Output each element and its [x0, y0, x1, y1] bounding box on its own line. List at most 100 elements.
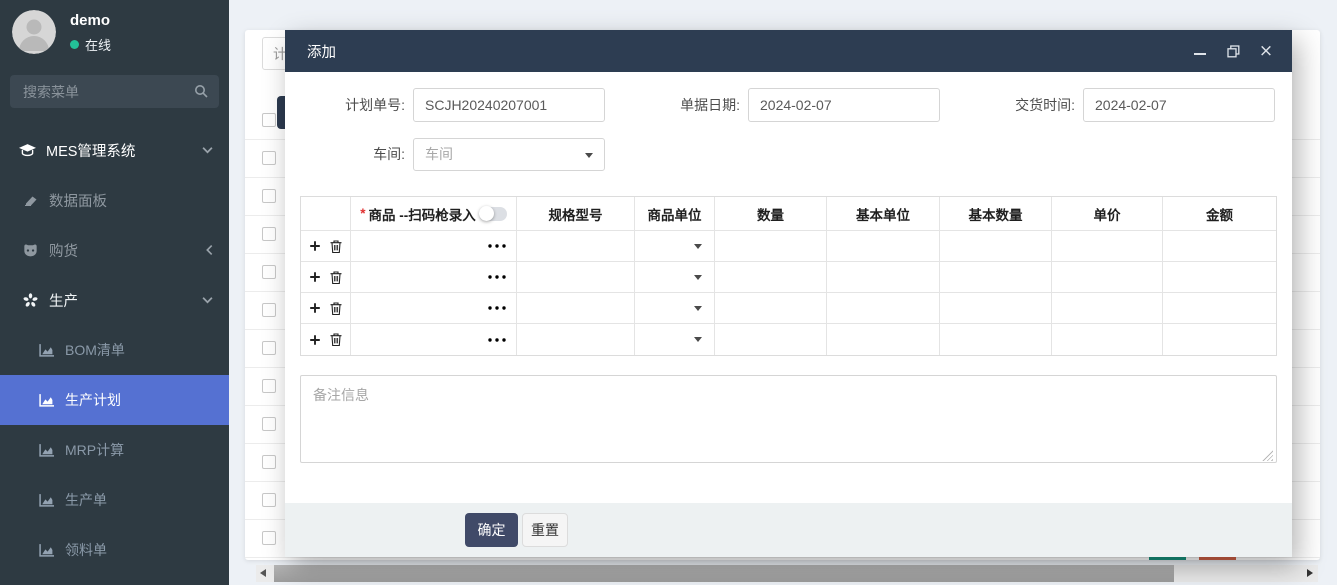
required-star: *	[360, 206, 365, 221]
toggle-knob	[479, 206, 494, 221]
row-checkbox[interactable]	[262, 417, 276, 431]
amount-cell[interactable]	[1163, 231, 1276, 262]
confirm-button[interactable]: 确定	[465, 513, 518, 547]
area-chart-icon	[36, 394, 56, 407]
base-qty-cell[interactable]	[940, 293, 1052, 324]
row-checkbox[interactable]	[262, 189, 276, 203]
scrollbar-thumb[interactable]	[274, 565, 1174, 582]
price-cell[interactable]	[1052, 262, 1163, 293]
scroll-right-arrow-icon[interactable]	[1307, 569, 1313, 577]
row-checkbox[interactable]	[262, 379, 276, 393]
restore-icon[interactable]	[1225, 43, 1241, 59]
plan-number-input[interactable]	[413, 88, 605, 122]
search-input[interactable]	[10, 75, 219, 108]
scan-gun-toggle[interactable]	[479, 207, 507, 221]
delete-row-icon[interactable]	[330, 240, 342, 253]
row-checkbox[interactable]	[262, 151, 276, 165]
products-table: * 商品 --扫码枪录入 规格型号 商品单位 数量 基本单位 基本数量 单价 金…	[300, 196, 1277, 356]
row-checkbox[interactable]	[262, 455, 276, 469]
search-icon[interactable]	[194, 84, 208, 101]
amount-cell[interactable]	[1163, 293, 1276, 324]
screen: 计	[0, 0, 1337, 585]
spec-cell[interactable]	[517, 324, 635, 355]
add-row-icon[interactable]	[309, 302, 321, 314]
horizontal-scrollbar[interactable]	[256, 565, 1318, 582]
qty-cell[interactable]	[715, 262, 827, 293]
unit-select-cell[interactable]	[635, 324, 715, 355]
add-row-icon[interactable]	[309, 334, 321, 346]
dialog-footer: 确定 重置	[285, 503, 1292, 557]
qty-cell[interactable]	[715, 293, 827, 324]
remark-textarea[interactable]	[300, 375, 1277, 463]
area-chart-icon	[36, 444, 56, 457]
row-checkbox[interactable]	[262, 265, 276, 279]
field-label: 单据日期:	[660, 95, 740, 115]
base-unit-cell[interactable]	[827, 231, 940, 262]
qty-cell[interactable]	[715, 324, 827, 355]
fan-icon	[20, 293, 40, 308]
spec-cell[interactable]	[517, 231, 635, 262]
base-unit-cell[interactable]	[827, 324, 940, 355]
close-icon[interactable]: ×	[1258, 43, 1274, 59]
row-checkbox[interactable]	[262, 493, 276, 507]
spec-cell[interactable]	[517, 262, 635, 293]
sidebar-item-label: 领料单	[65, 540, 107, 560]
row-checkbox[interactable]	[262, 531, 276, 545]
dialog-title: 添加	[307, 41, 336, 62]
row-checkbox[interactable]	[262, 113, 276, 127]
row-checkbox[interactable]	[262, 303, 276, 317]
product-row	[301, 324, 1276, 355]
delete-row-icon[interactable]	[330, 271, 342, 284]
delete-row-icon[interactable]	[330, 302, 342, 315]
caret-down-icon	[694, 306, 702, 311]
base-unit-cell[interactable]	[827, 293, 940, 324]
row-checkbox[interactable]	[262, 341, 276, 355]
sidebar-item-material-requisition[interactable]: 领料单	[0, 525, 229, 575]
workshop-select[interactable]: 车间	[413, 138, 605, 171]
document-date-input[interactable]	[748, 88, 940, 122]
add-row-icon[interactable]	[309, 271, 321, 283]
sidebar-item-mes-system[interactable]: MES管理系统	[0, 125, 229, 175]
sidebar-item-purchase[interactable]: 购货	[0, 225, 229, 275]
add-row-icon[interactable]	[309, 240, 321, 252]
sidebar-item-production-order[interactable]: 生产单	[0, 475, 229, 525]
amount-cell[interactable]	[1163, 324, 1276, 355]
scroll-left-arrow-icon[interactable]	[260, 569, 266, 577]
base-qty-cell[interactable]	[940, 231, 1052, 262]
amount-cell[interactable]	[1163, 262, 1276, 293]
unit-select-cell[interactable]	[635, 293, 715, 324]
delete-row-icon[interactable]	[330, 333, 342, 346]
dialog-header[interactable]: 添加 ×	[285, 30, 1292, 72]
price-cell[interactable]	[1052, 293, 1163, 324]
product-cell[interactable]	[351, 262, 517, 293]
sidebar-item-dashboard[interactable]: 数据面板	[0, 175, 229, 225]
unit-select-cell[interactable]	[635, 231, 715, 262]
avatar[interactable]	[12, 10, 56, 54]
sidebar-item-mrp-calc[interactable]: MRP计算	[0, 425, 229, 475]
price-cell[interactable]	[1052, 231, 1163, 262]
delivery-time-input[interactable]	[1083, 88, 1275, 122]
unit-select-cell[interactable]	[635, 262, 715, 293]
ellipsis-icon	[488, 244, 506, 248]
chevron-down-icon	[202, 297, 213, 304]
field-label: 交货时间:	[995, 95, 1075, 115]
caret-down-icon	[694, 337, 702, 342]
base-unit-cell[interactable]	[827, 262, 940, 293]
reset-button[interactable]: 重置	[522, 513, 568, 547]
sidebar-item-production[interactable]: 生产	[0, 275, 229, 325]
product-cell[interactable]	[351, 324, 517, 355]
row-checkbox[interactable]	[262, 227, 276, 241]
sidebar-item-bom-list[interactable]: BOM清单	[0, 325, 229, 375]
base-qty-cell[interactable]	[940, 324, 1052, 355]
window-controls: ×	[1192, 30, 1274, 72]
base-qty-cell[interactable]	[940, 262, 1052, 293]
price-cell[interactable]	[1052, 324, 1163, 355]
product-row	[301, 262, 1276, 293]
product-cell[interactable]	[351, 293, 517, 324]
qty-cell[interactable]	[715, 231, 827, 262]
status-label: 在线	[85, 35, 111, 54]
minimize-icon[interactable]	[1192, 43, 1208, 59]
product-cell[interactable]	[351, 231, 517, 262]
sidebar-item-production-plan[interactable]: 生产计划	[0, 375, 229, 425]
spec-cell[interactable]	[517, 293, 635, 324]
